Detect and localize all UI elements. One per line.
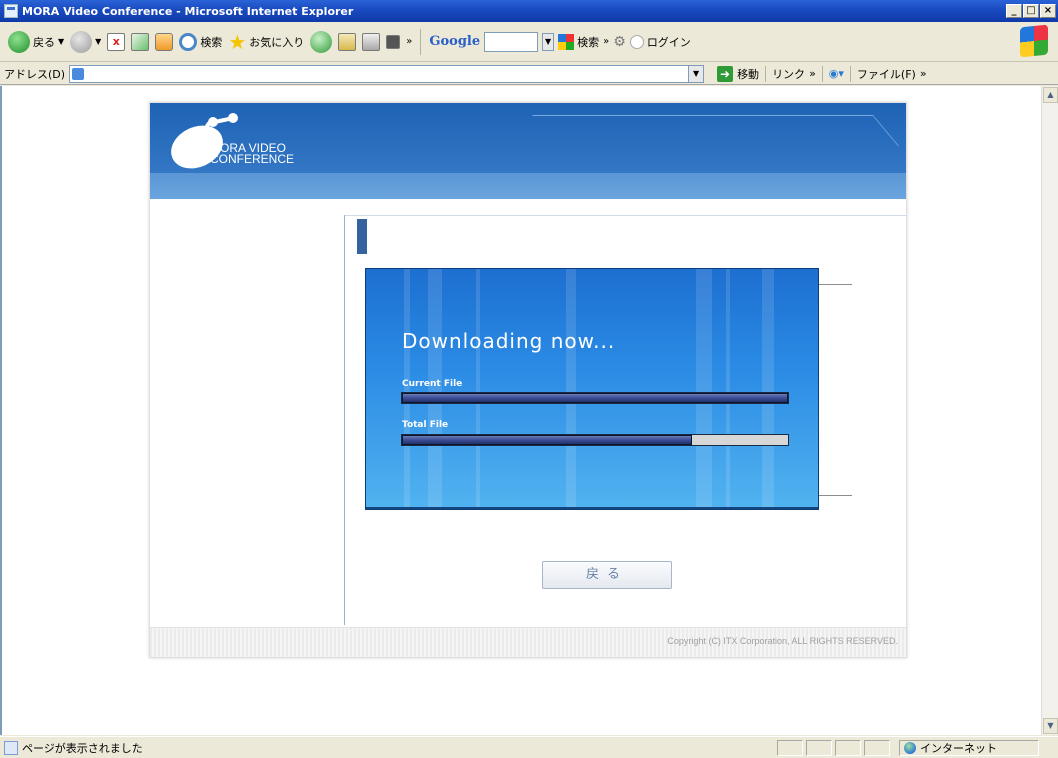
home-icon[interactable] [155,32,174,51]
current-file-label: Current File [402,379,463,389]
address-separator [821,65,823,82]
conference-page: MORA VIDEO CONFERENCE Downloading now...… [149,102,907,658]
current-file-progress-fill [402,393,788,403]
logo-line2: CONFERENCE [210,152,295,166]
edit-icon[interactable] [386,34,401,49]
settings-wrench-icon[interactable]: ⚙ [613,34,626,50]
window-title: MORA Video Conference - Microsoft Intern… [22,4,354,18]
address-input[interactable]: ▼ [69,64,705,83]
browser-viewport: MORA VIDEO CONFERENCE Downloading now...… [0,86,1041,735]
status-panel [835,739,861,756]
content-top-rule [345,215,906,216]
minimize-button[interactable]: _ [1006,4,1022,18]
panel-side-rule [819,495,852,496]
mail-icon[interactable] [338,32,357,51]
status-message: ページが表示されました [22,741,143,755]
links-button[interactable]: リンク [772,66,805,82]
total-file-progress-fill [402,435,692,445]
google-logo[interactable]: Google [429,34,480,49]
google-overflow-chevron[interactable]: » [603,36,609,47]
panel-side-rule [819,284,852,285]
address-label: アドレス(D) [4,67,66,81]
total-file-label: Total File [402,420,449,430]
login-button[interactable]: ログイン [629,34,691,50]
favorites-button[interactable]: ★ お気に入り [228,30,304,54]
go-button[interactable]: 移動 [737,66,759,82]
windows-logo-icon [1020,24,1048,58]
window-title-bar: MORA Video Conference - Microsoft Intern… [0,0,1058,22]
go-arrow-icon[interactable]: ➜ [717,65,734,82]
forward-arrow-icon [70,30,93,53]
google-search-input[interactable] [484,31,539,52]
favorites-button-label: お気に入り [249,35,305,49]
search-icon [179,32,198,51]
address-bar: アドレス(D) ▼ ➜ 移動 リンク » ◉▾ ファイル(F) » [0,63,1058,85]
header-strip [150,173,906,199]
window-controls: _ □ × [1006,4,1056,18]
browser-toolbar: 戻る ▼ ▼ x 検索 ★ お気に入り » Google ▼ 検索 » ⚙ ログ… [0,22,1058,62]
search-button[interactable]: 検索 [179,32,223,51]
search-button-label: 検索 [200,35,223,49]
status-bar: ページが表示されました インターネット [0,736,1058,758]
vertical-scrollbar[interactable]: ▲ ▼ [1041,86,1058,735]
page-header: MORA VIDEO CONFERENCE [150,103,906,199]
history-icon[interactable] [310,30,333,53]
total-file-progress-bar [401,434,789,446]
addon-icon[interactable]: ◉▾ [829,67,844,80]
ie-page-icon [4,4,18,18]
toolbar-overflow-chevron[interactable]: » [406,36,412,47]
back-button-label: 戻る [33,35,55,49]
page-footer: Copyright (C) ITX Corporation, ALL RIGHT… [150,627,906,657]
copyright-text: Copyright (C) ITX Corporation, ALL RIGHT… [667,636,898,646]
chevron-down-icon: ▼ [58,37,65,46]
status-panel [777,739,803,756]
back-arrow-icon [8,30,30,53]
page-done-icon [4,740,18,755]
links-chevron[interactable]: » [809,67,816,80]
google-g-icon [558,33,575,50]
current-file-progress-bar [401,392,789,404]
login-label: ログイン [646,35,691,49]
google-dropdown-arrow[interactable]: ▼ [542,32,555,51]
google-search-label: 検索 [577,35,600,49]
status-panel [806,739,832,756]
address-separator [849,65,851,82]
close-button[interactable]: × [1040,4,1056,18]
download-title: Downloading now... [402,329,616,353]
login-circle-icon [629,34,644,49]
zone-label: インターネット [920,741,997,755]
section-marker [357,219,367,254]
address-separator [765,65,767,82]
forward-button[interactable]: ▼ [70,30,102,53]
maximize-button[interactable]: □ [1023,4,1039,18]
refresh-icon[interactable] [131,32,150,51]
toolbar-separator [420,28,422,55]
status-panel [864,739,890,756]
ie-page-icon [72,67,85,80]
scroll-up-arrow[interactable]: ▲ [1043,87,1058,103]
scroll-down-arrow[interactable]: ▼ [1043,718,1058,734]
back-button[interactable]: 戻る ▼ [8,30,65,53]
favorites-star-icon: ★ [228,29,247,54]
security-zone: インターネット [899,739,1039,756]
logo-text: MORA VIDEO CONFERENCE [210,142,295,166]
menu-chevron[interactable]: » [920,67,927,80]
google-toolbar: Google ▼ 検索 » ⚙ ログイン [429,31,691,52]
file-menu[interactable]: ファイル(F) [857,66,916,82]
google-search-button[interactable]: 検索 [558,33,600,50]
internet-globe-icon [904,741,916,754]
stop-icon[interactable]: x [107,32,126,51]
download-panel: Downloading now... Current File Total Fi… [365,268,819,510]
back-button-page[interactable]: 戻る [542,561,672,589]
address-dropdown-arrow[interactable]: ▼ [688,64,705,83]
chevron-down-icon: ▼ [95,37,102,46]
print-icon[interactable] [362,32,381,51]
